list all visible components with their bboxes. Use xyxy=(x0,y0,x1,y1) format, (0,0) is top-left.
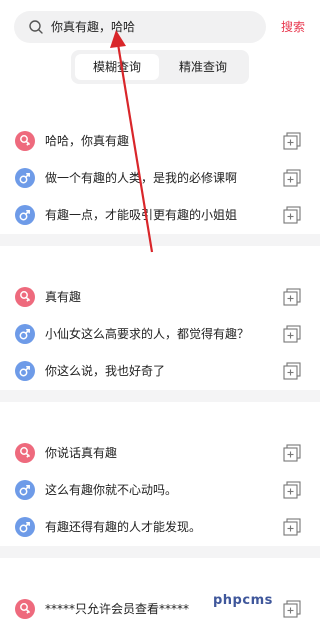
result-group: 你说话真有趣 这么有趣你就不心动吗。 有趣还得有趣的人才能发现。 xyxy=(0,436,320,544)
app-screen: 你真有趣，哈哈 搜索 模糊查询 精准查询 哈哈，你真有趣 做一个有趣的人类，是我… xyxy=(0,0,320,620)
search-input[interactable]: 你真有趣，哈哈 xyxy=(51,19,135,35)
female-icon xyxy=(15,443,35,463)
tab-exact-query[interactable]: 精准查询 xyxy=(161,54,245,80)
copy-icon[interactable] xyxy=(283,206,301,224)
copy-icon[interactable] xyxy=(283,169,301,187)
result-row[interactable]: 真有趣 xyxy=(0,280,320,316)
result-text: 真有趣 xyxy=(45,290,82,304)
result-group: 真有趣 小仙女这么高要求的人，都觉得有趣？ 你这么说，我也好奇了 xyxy=(0,280,320,388)
copy-icon[interactable] xyxy=(283,600,301,618)
result-row[interactable]: 你说话真有趣 xyxy=(0,436,320,472)
copy-icon[interactable] xyxy=(283,132,301,150)
male-icon xyxy=(15,480,35,500)
watermark: phpcms xyxy=(213,593,273,608)
copy-icon[interactable] xyxy=(283,444,301,462)
male-icon xyxy=(15,361,35,381)
copy-icon[interactable] xyxy=(283,518,301,536)
male-icon xyxy=(15,517,35,537)
result-row[interactable]: 有趣一点，才能吸引更有趣的小姐姐 xyxy=(0,198,320,234)
result-text: 小仙女这么高要求的人，都觉得有趣？ xyxy=(45,327,250,341)
male-icon xyxy=(15,168,35,188)
result-group: 哈哈，你真有趣 做一个有趣的人类，是我的必修课啊 有趣一点，才能吸引更有趣的小姐… xyxy=(0,124,320,232)
result-text: 有趣还得有趣的人才能发现。 xyxy=(45,520,202,534)
divider xyxy=(0,234,320,246)
search-icon xyxy=(29,20,43,34)
tab-fuzzy-query[interactable]: 模糊查询 xyxy=(75,54,159,80)
result-row[interactable]: 有趣还得有趣的人才能发现。 xyxy=(0,510,320,546)
result-text: 做一个有趣的人类，是我的必修课啊 xyxy=(45,171,238,185)
result-text: 哈哈，你真有趣 xyxy=(45,134,130,148)
female-icon xyxy=(15,287,35,307)
male-icon xyxy=(15,205,35,225)
result-row[interactable]: 这么有趣你就不心动吗。 xyxy=(0,473,320,509)
result-row[interactable]: 哈哈，你真有趣 xyxy=(0,124,320,160)
result-row[interactable]: 做一个有趣的人类，是我的必修课啊 xyxy=(0,161,320,197)
copy-icon[interactable] xyxy=(283,362,301,380)
result-text: 你说话真有趣 xyxy=(45,446,118,460)
copy-icon[interactable] xyxy=(283,481,301,499)
male-icon xyxy=(15,324,35,344)
result-row[interactable]: 你这么说，我也好奇了 xyxy=(0,354,320,390)
result-row[interactable]: 小仙女这么高要求的人，都觉得有趣？ xyxy=(0,317,320,353)
copy-icon[interactable] xyxy=(283,288,301,306)
copy-icon[interactable] xyxy=(283,325,301,343)
divider xyxy=(0,546,320,558)
result-text: 有趣一点，才能吸引更有趣的小姐姐 xyxy=(45,208,238,222)
search-bar: 你真有趣，哈哈 搜索 xyxy=(0,11,320,43)
divider xyxy=(0,390,320,402)
result-text: 这么有趣你就不心动吗。 xyxy=(45,483,178,497)
query-mode-tabs: 模糊查询 精准查询 xyxy=(71,50,249,84)
result-text: *****只允许会员查看***** xyxy=(45,602,190,616)
female-icon xyxy=(15,131,35,151)
female-icon xyxy=(15,599,35,619)
result-text: 你这么说，我也好奇了 xyxy=(45,364,166,378)
search-field[interactable]: 你真有趣，哈哈 xyxy=(14,11,266,43)
search-button[interactable]: 搜索 xyxy=(281,19,305,35)
